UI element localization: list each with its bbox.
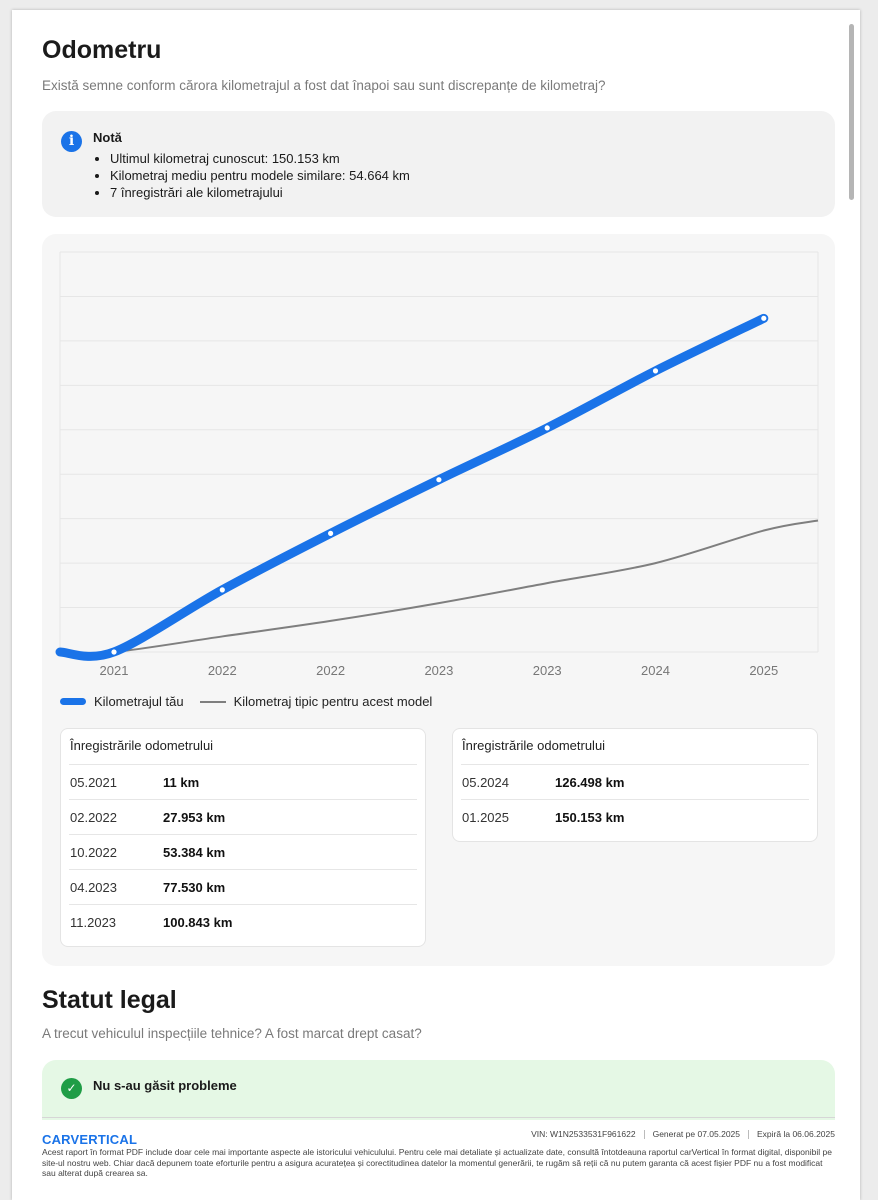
records-title: Înregistrările odometrului — [462, 738, 606, 753]
data-point — [759, 314, 768, 323]
legal-status-text: Nu s-au găsit probleme — [93, 1078, 237, 1093]
record-date: 10.2022 — [70, 845, 117, 860]
x-tick-label: 2022 — [208, 663, 237, 678]
chart-plot-area — [60, 252, 818, 652]
record-value: 100.843 km — [163, 915, 233, 930]
table-row: 04.2023 77.530 km — [69, 869, 417, 904]
x-tick-label: 2023 — [533, 663, 562, 678]
legend-label-typical: Kilometraj tipic pentru acest model — [233, 694, 433, 709]
record-date: 04.2023 — [70, 880, 117, 895]
table-row: 11.2023 100.843 km — [69, 904, 417, 939]
data-point — [218, 586, 227, 594]
note-list: Ultimul kilometraj cunoscut: 150.153 km … — [110, 150, 410, 201]
record-date: 02.2022 — [70, 810, 117, 825]
table-row: 01.2025 150.153 km — [461, 799, 809, 834]
note-item: 7 înregistrări ale kilometrajului — [110, 184, 410, 201]
legend-label-yours: Kilometrajul tău — [94, 694, 184, 709]
check-circle-icon: ✓ — [61, 1078, 82, 1099]
record-date: 01.2025 — [462, 810, 509, 825]
note-item: Kilometraj mediu pentru modele similare:… — [110, 167, 410, 184]
record-date: 11.2023 — [70, 915, 117, 930]
x-tick-label: 2025 — [749, 663, 778, 678]
x-tick-label: 2021 — [100, 663, 129, 678]
table-row: 05.2021 11 km — [69, 764, 417, 799]
odometer-chart-card: 2021 2022 2022 2023 2023 2024 2025 Kilometraju… — [42, 234, 835, 966]
records-table-left: Înregistrările odometrului 05.2021 11 km… — [60, 728, 426, 947]
report-page: Odometru Există semne conform cărora kil… — [12, 10, 860, 1200]
x-tick-label: 2022 — [316, 663, 345, 678]
note-item: Ultimul kilometraj cunoscut: 150.153 km — [110, 150, 410, 167]
odometer-subtitle: Există semne conform cărora kilometrajul… — [42, 78, 606, 93]
data-point — [651, 367, 660, 375]
odometer-title: Odometru — [42, 36, 162, 64]
x-tick-label: 2023 — [424, 663, 453, 678]
scrollbar[interactable] — [849, 24, 854, 200]
table-row: 05.2024 126.498 km — [461, 764, 809, 799]
legal-status-box: ✓ Nu s-au găsit probleme — [42, 1060, 835, 1120]
chart-legend: Kilometrajul tău Kilometraj tipic pentru… — [60, 694, 432, 709]
records-title: Înregistrările odometrului — [70, 738, 214, 753]
record-value: 53.384 km — [163, 845, 226, 860]
brand-logo: CARVERTICAL — [42, 1132, 138, 1147]
disclaimer-text: Acest raport în format PDF include doar … — [42, 1147, 832, 1178]
record-value: 150.153 km — [555, 810, 625, 825]
data-point — [543, 424, 552, 432]
note-box: i Notă Ultimul kilometraj cunoscut: 150.… — [42, 111, 835, 217]
legend-swatch-yours — [60, 698, 86, 705]
record-date: 05.2021 — [70, 775, 117, 790]
record-value: 27.953 km — [163, 810, 226, 825]
note-title: Notă — [93, 130, 122, 145]
generated-date: Generat pe 07.05.2025 — [652, 1129, 741, 1139]
record-value: 126.498 km — [555, 775, 625, 790]
record-value: 77.530 km — [163, 880, 226, 895]
table-row: 10.2022 53.384 km — [69, 834, 417, 869]
table-row: 02.2022 27.953 km — [69, 799, 417, 834]
data-point — [326, 529, 335, 538]
data-point — [110, 648, 118, 656]
data-point — [435, 475, 443, 484]
legal-title: Statut legal — [42, 986, 177, 1014]
report-footer: CARVERTICAL VIN: W1N2533531F961622 Genera… — [42, 1117, 835, 1178]
records-table-right: Înregistrările odometrului 05.2024 126.4… — [452, 728, 818, 842]
info-icon: i — [61, 131, 82, 152]
record-value: 11 km — [163, 775, 200, 790]
expiry-date: Expiră la 06.06.2025 — [757, 1129, 835, 1139]
vin-text: VIN: W1N2533531F961622 — [531, 1129, 636, 1139]
legend-swatch-typical — [199, 700, 226, 703]
report-meta: VIN: W1N2533531F961622 Generat pe 07.05.2… — [531, 1129, 835, 1140]
record-date: 05.2024 — [462, 775, 509, 790]
legal-subtitle: A trecut vehiculul inspecțiile tehnice? … — [42, 1026, 422, 1041]
odometer-chart: 2021 2022 2022 2023 2023 2024 2025 — [55, 251, 819, 678]
x-tick-label: 2024 — [641, 663, 670, 678]
